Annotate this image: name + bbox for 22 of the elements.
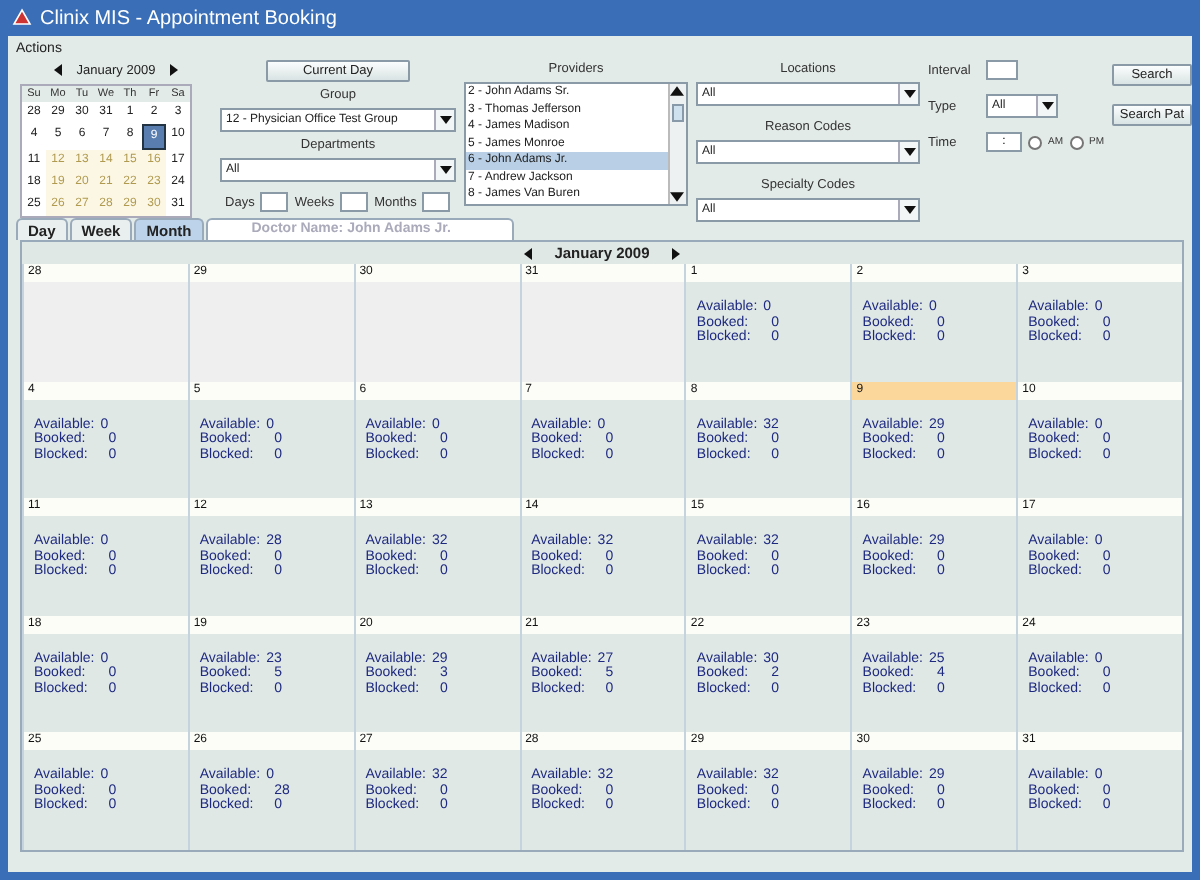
scroll-up-icon[interactable] bbox=[670, 84, 684, 98]
app-icon bbox=[12, 8, 32, 28]
period-input[interactable] bbox=[260, 192, 289, 212]
radio-button[interactable] bbox=[1069, 135, 1083, 149]
scrollbar[interactable] bbox=[668, 84, 686, 204]
interval-input[interactable] bbox=[986, 60, 1018, 80]
scroll-thumb[interactable] bbox=[672, 104, 684, 122]
period-input[interactable] bbox=[340, 192, 369, 212]
period-input[interactable] bbox=[422, 192, 451, 212]
next-month-icon[interactable] bbox=[669, 247, 682, 259]
next-month-icon[interactable] bbox=[167, 64, 180, 76]
dropdown-arrow-icon[interactable] bbox=[903, 146, 915, 158]
scroll-down-icon[interactable] bbox=[670, 190, 684, 204]
dropdown-arrow-icon[interactable] bbox=[903, 204, 915, 216]
radio-button[interactable] bbox=[1028, 135, 1042, 149]
dropdown-arrow-icon[interactable] bbox=[1041, 100, 1053, 112]
window-title: Clinix MIS - Appointment Booking bbox=[40, 7, 337, 29]
dropdown-arrow-icon[interactable] bbox=[439, 114, 451, 126]
previous-month-icon[interactable] bbox=[522, 247, 535, 259]
dropdown-arrow-icon[interactable] bbox=[439, 164, 451, 176]
previous-month-icon[interactable] bbox=[52, 64, 65, 76]
dropdown-arrow-icon[interactable] bbox=[903, 88, 915, 100]
